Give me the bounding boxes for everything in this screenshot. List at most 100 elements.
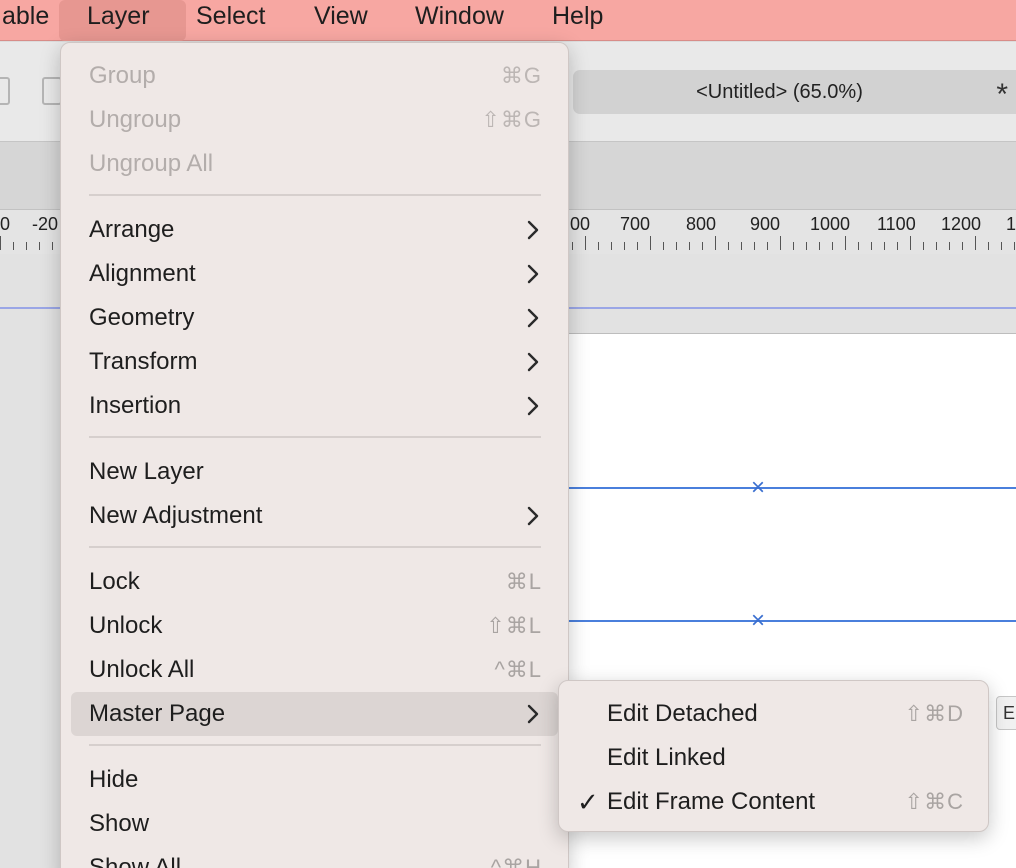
menu-item-hide[interactable]: Hide <box>71 758 558 802</box>
chevron-right-icon <box>527 506 539 526</box>
chevron-right-icon <box>527 220 539 240</box>
menu-item-label: Alignment <box>89 260 196 287</box>
ruler-tick <box>663 242 664 250</box>
ruler-tick <box>923 242 924 250</box>
menu-item-unlock[interactable]: Unlock ⇧⌘L <box>71 604 558 648</box>
menu-item-ungroup[interactable]: Ungroup ⇧⌘G <box>71 98 558 142</box>
ruler-tick <box>585 236 586 250</box>
ruler-tick <box>871 242 872 250</box>
master-page-submenu: Edit Detached ⇧⌘D Edit Linked ✓ Edit Fra… <box>558 680 989 832</box>
ruler-tick <box>0 236 1 250</box>
menu-bar: able Layer Select View Window Help <box>0 0 1016 41</box>
ruler-label: 1200 <box>941 214 982 234</box>
menu-item-edit-frame-content[interactable]: ✓ Edit Frame Content ⇧⌘C <box>569 780 980 824</box>
ruler-tick <box>754 242 755 250</box>
ruler-label: 800 <box>686 214 717 234</box>
menu-item-label: Edit Frame Content <box>607 788 816 815</box>
ruler-tick <box>884 242 885 250</box>
document-tab[interactable]: <Untitled> (65.0%) * <box>573 70 1016 114</box>
ruler-tick <box>897 242 898 250</box>
menu-item-label: Edit Detached <box>607 700 758 727</box>
ruler-tick <box>598 242 599 250</box>
menu-item-insertion[interactable]: Insertion <box>71 384 558 428</box>
ruler-tick <box>988 242 989 250</box>
ruler-tick <box>741 242 742 250</box>
guide-cross-icon: × <box>751 607 766 634</box>
menu-separator <box>89 744 541 746</box>
menu-item-label: Unlock <box>89 612 163 639</box>
menubar-item-view[interactable]: View <box>314 0 368 41</box>
menu-separator <box>89 436 541 438</box>
ruler-label: 0 <box>0 214 11 234</box>
menu-item-show-all[interactable]: Show All ^⌘H <box>71 846 558 868</box>
guide-line[interactable] <box>560 620 1016 622</box>
menubar-item-select[interactable]: Select <box>196 0 265 41</box>
menu-item-label: Insertion <box>89 392 182 419</box>
menu-item-group[interactable]: Group ⌘G <box>71 54 558 98</box>
ruler-tick <box>26 242 27 250</box>
ruler-label: 00 <box>570 214 591 234</box>
menu-item-geometry[interactable]: Geometry <box>71 296 558 340</box>
menu-item-new-layer[interactable]: New Layer <box>71 450 558 494</box>
ruler-tick <box>819 242 820 250</box>
menu-item-new-adjustment[interactable]: New Adjustment <box>71 494 558 538</box>
toolbar-tool-icon[interactable] <box>42 77 62 105</box>
ruler-tick <box>13 242 14 250</box>
menu-item-shortcut: ⇧⌘G <box>481 107 542 132</box>
menu-item-label: Master Page <box>89 700 226 727</box>
menu-item-label: Transform <box>89 348 198 375</box>
ruler-tick <box>910 236 911 250</box>
menu-item-alignment[interactable]: Alignment <box>71 252 558 296</box>
menu-item-label: Show <box>89 810 150 837</box>
menu-item-shortcut: ⌘L <box>505 569 542 594</box>
chevron-right-icon <box>527 308 539 328</box>
ruler-tick <box>858 242 859 250</box>
menu-item-transform[interactable]: Transform <box>71 340 558 384</box>
document-title: <Untitled> (65.0%) <box>696 81 863 103</box>
menubar-item-help[interactable]: Help <box>552 0 603 41</box>
menu-item-edit-linked[interactable]: Edit Linked <box>569 736 980 780</box>
menu-separator <box>89 194 541 196</box>
ruler-label: 900 <box>750 214 781 234</box>
menu-item-ungroup-all[interactable]: Ungroup All <box>71 142 558 186</box>
menu-item-show[interactable]: Show <box>71 802 558 846</box>
menu-item-label: Edit Linked <box>607 744 726 771</box>
ruler-label: 700 <box>620 214 651 234</box>
menubar-item-table[interactable]: able <box>0 0 53 41</box>
ruler-tick <box>975 236 976 250</box>
guide-line[interactable] <box>560 487 1016 489</box>
ruler-label: 1000 <box>810 214 851 234</box>
menu-item-label: Hide <box>89 766 139 793</box>
ruler-tick <box>624 242 625 250</box>
menu-item-edit-detached[interactable]: Edit Detached ⇧⌘D <box>569 692 980 736</box>
chevron-right-icon <box>527 264 539 284</box>
menu-item-shortcut: ⇧⌘L <box>486 613 542 638</box>
ruler-tick <box>728 242 729 250</box>
ruler-tick <box>572 242 573 250</box>
toolbar-tool-icon[interactable] <box>0 77 10 105</box>
ruler-tick <box>780 236 781 250</box>
menu-item-label: Unlock All <box>89 656 195 683</box>
ruler-tick <box>1014 242 1015 250</box>
menu-item-arrange[interactable]: Arrange <box>71 208 558 252</box>
guide-cross-icon: × <box>751 474 766 501</box>
chevron-right-icon <box>527 396 539 416</box>
edge-button[interactable]: E <box>996 696 1016 730</box>
ruler-tick <box>832 242 833 250</box>
menu-item-master-page[interactable]: Master Page <box>71 692 558 736</box>
menubar-item-window[interactable]: Window <box>415 0 504 41</box>
ruler-tick <box>1001 242 1002 250</box>
menubar-item-layer[interactable]: Layer <box>59 0 186 41</box>
menu-item-unlock-all[interactable]: Unlock All ^⌘L <box>71 648 558 692</box>
ruler-tick <box>676 242 677 250</box>
menu-item-label: Ungroup <box>89 106 182 133</box>
ruler-label: -20 <box>32 214 59 234</box>
ruler-tick <box>689 242 690 250</box>
ruler-tick <box>52 242 53 250</box>
menu-item-shortcut: ^⌘L <box>494 657 542 682</box>
ruler-tick <box>936 242 937 250</box>
menu-item-lock[interactable]: Lock ⌘L <box>71 560 558 604</box>
menu-item-shortcut: ⇧⌘C <box>904 789 964 814</box>
chevron-right-icon <box>527 352 539 372</box>
menu-item-label: Ungroup All <box>89 150 214 177</box>
